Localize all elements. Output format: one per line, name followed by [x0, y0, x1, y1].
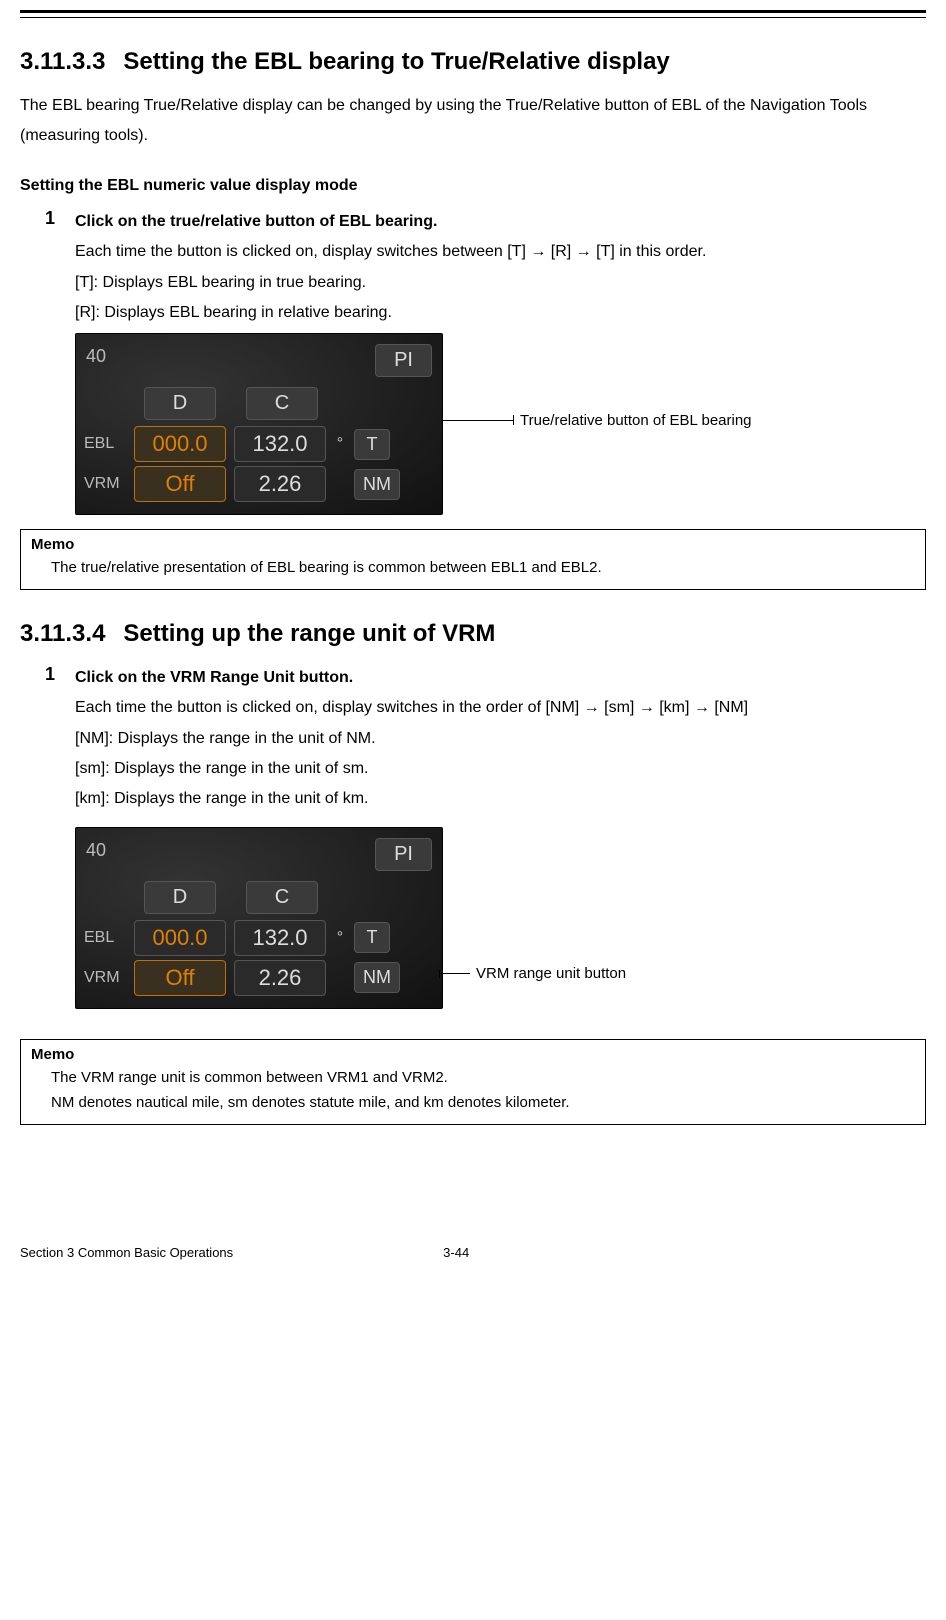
d-button[interactable]: D: [144, 387, 216, 420]
footer-page: 3-44: [443, 1245, 469, 1260]
vrm1-value[interactable]: Off: [134, 466, 226, 502]
page-rule: [20, 10, 926, 18]
degree-symbol-2: °: [334, 929, 346, 947]
step-b-line4: [km]: Displays the range in the unit of …: [75, 784, 926, 814]
section-heading-a: 3.11.3.3 Setting the EBL bearing to True/…: [20, 48, 926, 76]
ebl-vrm-panel: 40 PI D C EBL 000.0 132.0 ° T: [75, 333, 443, 515]
vrm1-value-2[interactable]: Off: [134, 960, 226, 996]
section-heading-b: 3.11.3.4 Setting up the range unit of VRM: [20, 620, 926, 648]
callout-tick: [513, 415, 514, 425]
callout-line: [443, 420, 513, 421]
vrm-label-2: VRM: [84, 969, 126, 987]
memo-b-line1: The VRM range unit is common between VRM…: [51, 1065, 915, 1091]
ebl1-value[interactable]: 000.0: [134, 426, 226, 462]
degree-symbol: °: [334, 435, 346, 453]
pi-button-2[interactable]: PI: [375, 838, 432, 871]
vrm2-value[interactable]: 2.26: [234, 466, 326, 502]
step-b-line3: [sm]: Displays the range in the unit of …: [75, 754, 926, 784]
memo-b-line2: NM denotes nautical mile, sm denotes sta…: [51, 1090, 915, 1116]
ebl2-value-2[interactable]: 132.0: [234, 920, 326, 956]
footer-section: Section 3 Common Basic Operations: [20, 1245, 233, 1260]
step-a-line3: [R]: Displays EBL bearing in relative be…: [75, 298, 926, 328]
vrm-label: VRM: [84, 475, 126, 493]
ebl-true-relative-button-2[interactable]: T: [354, 922, 390, 953]
panel-range-label: 40: [84, 342, 108, 367]
page-footer: Section 3 Common Basic Operations 3-44: [20, 1245, 926, 1260]
callout-b-text: VRM range unit button: [476, 965, 626, 982]
ebl-vrm-panel-2: 40 PI D C EBL 000.0 132.0 ° T: [75, 827, 443, 1009]
memo-a-title: Memo: [31, 536, 915, 553]
ebl-label-2: EBL: [84, 929, 126, 947]
step-number: 1: [45, 207, 75, 229]
section-a-intro: The EBL bearing True/Relative display ca…: [20, 91, 926, 152]
step-a-line2: [T]: Displays EBL bearing in true bearin…: [75, 268, 926, 298]
section-title-a: Setting the EBL bearing to True/Relative…: [123, 48, 669, 75]
c-button[interactable]: C: [246, 387, 318, 420]
callout-a-text: True/relative button of EBL bearing: [520, 412, 752, 429]
callout-line-b: [440, 973, 470, 974]
ebl2-value[interactable]: 132.0: [234, 426, 326, 462]
memo-box-a: Memo The true/relative presentation of E…: [20, 529, 926, 590]
vrm2-value-2[interactable]: 2.26: [234, 960, 326, 996]
step-b-1: 1 Click on the VRM Range Unit button. Ea…: [45, 663, 926, 1009]
section-number-b: 3.11.3.4: [20, 620, 105, 648]
vrm-range-unit-button[interactable]: NM: [354, 469, 400, 500]
section-a-subhead: Setting the EBL numeric value display mo…: [20, 177, 926, 195]
step-number-b: 1: [45, 663, 75, 685]
step-b-line2: [NM]: Displays the range in the unit of …: [75, 724, 926, 754]
d-button-2[interactable]: D: [144, 881, 216, 914]
step-a-title: Click on the true/relative button of EBL…: [75, 207, 926, 237]
c-button-2[interactable]: C: [246, 881, 318, 914]
step-b-line1: Each time the button is clicked on, disp…: [75, 693, 926, 723]
panel-range-label-2: 40: [84, 836, 108, 861]
memo-b-title: Memo: [31, 1046, 915, 1063]
section-number-a: 3.11.3.3: [20, 48, 105, 76]
ebl1-value-2[interactable]: 000.0: [134, 920, 226, 956]
step-a-1: 1 Click on the true/relative button of E…: [45, 207, 926, 516]
section-title-b: Setting up the range unit of VRM: [123, 620, 495, 647]
memo-box-b: Memo The VRM range unit is common betwee…: [20, 1039, 926, 1125]
vrm-range-unit-button-2[interactable]: NM: [354, 962, 400, 993]
ebl-true-relative-button[interactable]: T: [354, 429, 390, 460]
step-b-title: Click on the VRM Range Unit button.: [75, 663, 926, 693]
memo-a-line: The true/relative presentation of EBL be…: [51, 555, 915, 581]
step-a-line1: Each time the button is clicked on, disp…: [75, 237, 926, 267]
pi-button[interactable]: PI: [375, 344, 432, 377]
ebl-label: EBL: [84, 435, 126, 453]
